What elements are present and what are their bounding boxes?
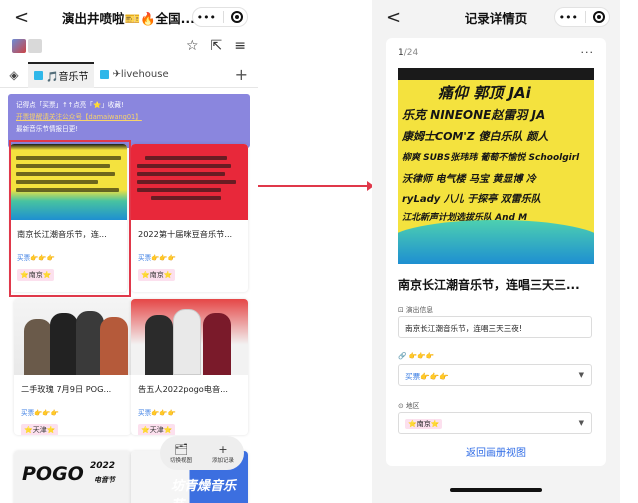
- counter-total: /24: [403, 48, 419, 58]
- poster-text: ryLady 八儿 于探亭 双雷乐队: [402, 194, 541, 205]
- add-record-label: 添加记录: [211, 457, 234, 464]
- buy-link[interactable]: 买票👉👉👉: [131, 240, 248, 262]
- home-indicator: [450, 488, 542, 492]
- view-tabs: ◈ 🎵音乐节 ✈livehouse +: [0, 61, 258, 88]
- switch-view-icon: 🗂: [174, 442, 188, 456]
- back-button[interactable]: <: [14, 7, 29, 28]
- nav-bar: < 演出井喷啦🎫🔥全国... •••: [0, 0, 258, 34]
- poster-text: 乐克 NINEONE赵雷羽 JA: [402, 108, 546, 122]
- avatar: [12, 39, 26, 53]
- buy-link[interactable]: 买票👉👉👉: [14, 395, 131, 417]
- image-counter: 1/24: [398, 48, 418, 58]
- share-icon[interactable]: ⇱: [211, 38, 223, 54]
- poster-image: [131, 299, 248, 375]
- add-tab-button[interactable]: +: [235, 65, 248, 84]
- region-tag: ⭐南京⭐: [405, 419, 443, 429]
- city-tag: ⭐天津⭐: [138, 424, 176, 435]
- banner-line: 记得点「买票」↑↑点亮「⭐」收藏!: [16, 101, 124, 109]
- link-icon: 🔗: [398, 352, 409, 360]
- floating-action-bar: 🗂 切换视图 + 添加记录: [160, 436, 244, 470]
- card-title: 告五人2022pogo电音...: [138, 384, 228, 394]
- add-record-button[interactable]: + 添加记录: [212, 443, 234, 464]
- buy-link-field[interactable]: 买票👉👉👉 ▼: [398, 364, 592, 386]
- buy-link[interactable]: 买票👉👉👉: [131, 395, 248, 417]
- region-select[interactable]: ⭐南京⭐ ▼: [398, 412, 592, 434]
- poster-image: [131, 144, 248, 220]
- tab-label: 🎵音乐节: [46, 72, 89, 83]
- capsule-divider: [223, 11, 225, 23]
- card-title: 2022第十届咪豆音乐节...: [138, 229, 233, 239]
- poster-text: POGO: [22, 463, 84, 485]
- miniprogram-capsule[interactable]: •••: [192, 7, 248, 27]
- star-icon[interactable]: ☆: [186, 38, 199, 54]
- banner-line: 最新音乐节情报日更!: [16, 125, 78, 133]
- tab-livehouse[interactable]: ✈livehouse: [94, 62, 174, 88]
- collaborator-avatars[interactable]: [12, 39, 42, 53]
- single-select-icon: ⊙: [398, 402, 406, 410]
- field-label-region: ⊙ 地区: [398, 402, 420, 410]
- miniprogram-capsule[interactable]: •••: [554, 7, 610, 27]
- banner-link[interactable]: 开票提醒请关注公众号【damaiwang01】: [16, 111, 242, 123]
- card-title: 二手玫瑰 7月9日 POG...: [21, 384, 112, 394]
- info-field[interactable]: 南京长江潮音乐节，连唱三天三夜!: [398, 316, 592, 338]
- close-target-icon[interactable]: [593, 11, 606, 23]
- plus-icon: +: [218, 442, 228, 456]
- poster-text: 坊青燥音乐节: [171, 479, 237, 503]
- poster-text: 康姆士COM'Z 傻白乐队 颜人: [402, 130, 549, 143]
- poster-wave: [398, 220, 594, 264]
- poster-image: POGO 2022 电音节: [14, 451, 131, 503]
- toolbar: ☆ ⇱ ≡: [0, 34, 258, 58]
- city-tag: ⭐南京⭐: [138, 269, 176, 281]
- poster-image[interactable]: 痛仰 郭顶 JAi 乐克 NINEONE赵雷羽 JA 康姆士COM'Z 傻白乐队…: [398, 68, 594, 264]
- record-card[interactable]: 2022第十届咪豆音乐节... 买票👉👉👉 ⭐南京⭐: [131, 144, 248, 292]
- field-label-buy: 🔗 👉👉👉: [398, 352, 435, 360]
- more-options-button[interactable]: ···: [581, 46, 595, 59]
- table-icon: [100, 70, 110, 79]
- poster-text: 痛仰 郭顶 JAi: [438, 84, 531, 102]
- tab-label: ✈livehouse: [112, 69, 169, 80]
- record-detail-card: 1/24 ··· 痛仰 郭顶 JAi 乐克 NINEONE赵雷羽 JA 康姆士C…: [386, 38, 606, 466]
- switch-view-button[interactable]: 🗂 切换视图: [170, 443, 192, 464]
- poster-skyline: [398, 68, 594, 80]
- dropdown-caret-icon: ▼: [578, 371, 584, 379]
- detail-screen: < 记录详情页 ••• 1/24 ··· 痛仰 郭顶 JAi 乐克 NINEON…: [372, 0, 620, 503]
- poster-text: 电音节: [94, 476, 115, 484]
- field-label-info: ⊡ 演出信息: [398, 306, 434, 314]
- poster-text: 柳爽 SUBS张玮玮 葡萄不愉悦 Schoolgirl: [402, 153, 580, 163]
- selection-highlight: [9, 140, 131, 297]
- record-card[interactable]: 二手玫瑰 7月9日 POG... 买票👉👉👉 ⭐天津⭐: [14, 299, 131, 435]
- poster-image: [14, 299, 131, 375]
- buy-link-value[interactable]: 买票👉👉👉: [405, 372, 449, 381]
- text-field-icon: ⊡: [398, 306, 406, 314]
- avatar: [28, 39, 42, 53]
- poster-text: 沃律师 电气楼 马宝 黄显博 冷: [402, 174, 536, 185]
- record-card[interactable]: 告五人2022pogo电音... 买票👉👉👉 ⭐天津⭐: [131, 299, 248, 435]
- more-button[interactable]: •••: [197, 11, 216, 24]
- layers-icon[interactable]: ◈: [0, 68, 28, 82]
- table-icon: [34, 71, 43, 80]
- nav-bar: < 记录详情页 •••: [372, 0, 620, 34]
- city-tag: ⭐天津⭐: [21, 424, 59, 435]
- more-button[interactable]: •••: [559, 11, 578, 24]
- dropdown-caret-icon: ▼: [578, 419, 584, 427]
- record-card[interactable]: POGO 2022 电音节: [14, 451, 131, 503]
- connector-line: [258, 185, 372, 187]
- back-to-gallery-link[interactable]: 返回画册视图: [386, 444, 606, 459]
- tab-music-festival[interactable]: 🎵音乐节: [28, 61, 95, 88]
- close-target-icon[interactable]: [231, 11, 244, 23]
- menu-icon[interactable]: ≡: [234, 38, 246, 54]
- poster-text: 2022: [90, 461, 116, 471]
- record-title: 南京长江潮音乐节，连唱三天三...: [398, 278, 580, 292]
- toolbar-icons: ☆ ⇱ ≡: [186, 38, 246, 54]
- page-title: 演出井喷啦🎫🔥全国...: [62, 10, 195, 26]
- capsule-divider: [585, 11, 587, 23]
- switch-view-label: 切换视图: [169, 457, 192, 464]
